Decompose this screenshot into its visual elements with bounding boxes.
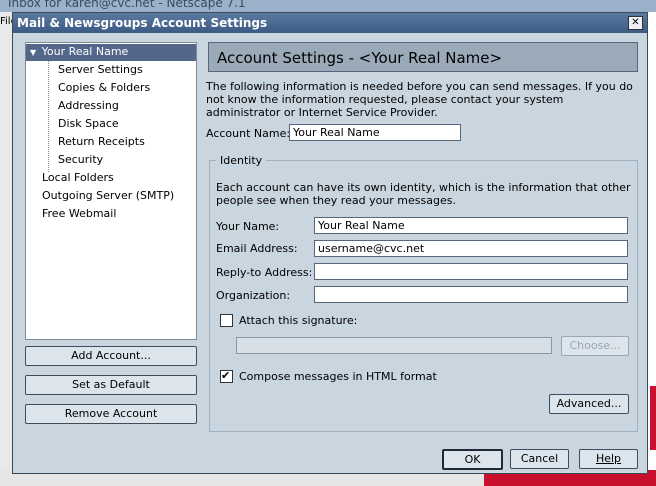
your-name-label: Your Name: xyxy=(216,220,280,233)
account-name-label: Account Name: xyxy=(206,127,291,140)
email-address-label: Email Address: xyxy=(216,242,298,255)
tree-item-copies-folders[interactable]: Copies & Folders xyxy=(58,80,150,96)
compose-html-label: Compose messages in HTML format xyxy=(239,370,437,383)
ok-button[interactable]: OK xyxy=(442,449,503,470)
signature-path-field[interactable] xyxy=(236,337,552,354)
identity-legend: Identity xyxy=(216,154,267,167)
email-field[interactable]: username@cvc.net xyxy=(314,240,628,257)
background-decoration xyxy=(650,386,656,450)
tree-item-disk-space[interactable]: Disk Space xyxy=(58,116,119,132)
your-name-field[interactable]: Your Real Name xyxy=(314,217,628,234)
intro-text: The following information is needed befo… xyxy=(206,80,633,119)
tree-item-addressing[interactable]: Addressing xyxy=(58,98,119,114)
tree-item-security[interactable]: Security xyxy=(58,152,103,168)
advanced-button[interactable]: Advanced... xyxy=(549,394,629,414)
reply-to-field[interactable] xyxy=(314,263,628,280)
background-window-title: Inbox for karen@cvc.net - Netscape 7.1 xyxy=(8,0,246,10)
reply-to-label: Reply-to Address: xyxy=(216,266,313,279)
dialog-titlebar[interactable]: Mail & Newsgroups Account Settings ✕ xyxy=(13,13,647,33)
cancel-button[interactable]: Cancel xyxy=(510,449,569,469)
attach-signature-checkbox[interactable] xyxy=(220,314,233,327)
account-tree[interactable]: ▼ Your Real Name Server Settings Copies … xyxy=(25,42,197,340)
remove-account-button[interactable]: Remove Account xyxy=(25,404,197,424)
help-button[interactable]: Help xyxy=(579,449,638,469)
panel-header: Account Settings - <Your Real Name> xyxy=(208,42,638,72)
tree-item-server-settings[interactable]: Server Settings xyxy=(58,62,143,78)
tree-item-free-webmail[interactable]: Free Webmail xyxy=(42,206,116,222)
close-icon[interactable]: ✕ xyxy=(628,16,643,30)
tree-item-local-folders[interactable]: Local Folders xyxy=(42,170,114,186)
checkmark-icon: ✔ xyxy=(221,369,231,382)
tree-connector xyxy=(48,61,49,172)
identity-description: Each account can have its own identity, … xyxy=(216,181,631,207)
tree-item-outgoing-server[interactable]: Outgoing Server (SMTP) xyxy=(42,188,174,204)
compose-html-checkbox[interactable]: ✔ xyxy=(220,370,233,383)
account-settings-dialog: Mail & Newsgroups Account Settings ✕ ▼ Y… xyxy=(12,12,648,474)
add-account-button[interactable]: Add Account... xyxy=(25,346,197,366)
tree-item-account[interactable]: ▼ Your Real Name xyxy=(30,44,128,60)
chevron-down-icon[interactable]: ▼ xyxy=(30,48,36,57)
choose-signature-button[interactable]: Choose... xyxy=(561,336,629,356)
dialog-title: Mail & Newsgroups Account Settings xyxy=(17,16,268,30)
organization-field[interactable] xyxy=(314,286,628,303)
attach-signature-label: Attach this signature: xyxy=(239,314,358,327)
tree-item-return-receipts[interactable]: Return Receipts xyxy=(58,134,145,150)
page-title: Account Settings - <Your Real Name> xyxy=(217,49,503,67)
background-window-titlebar: Inbox for karen@cvc.net - Netscape 7.1 xyxy=(0,0,656,12)
account-name-field[interactable]: Your Real Name xyxy=(289,124,461,141)
tree-item-label: Your Real Name xyxy=(41,45,129,58)
organization-label: Organization: xyxy=(216,289,291,302)
set-default-button[interactable]: Set as Default xyxy=(25,375,197,395)
